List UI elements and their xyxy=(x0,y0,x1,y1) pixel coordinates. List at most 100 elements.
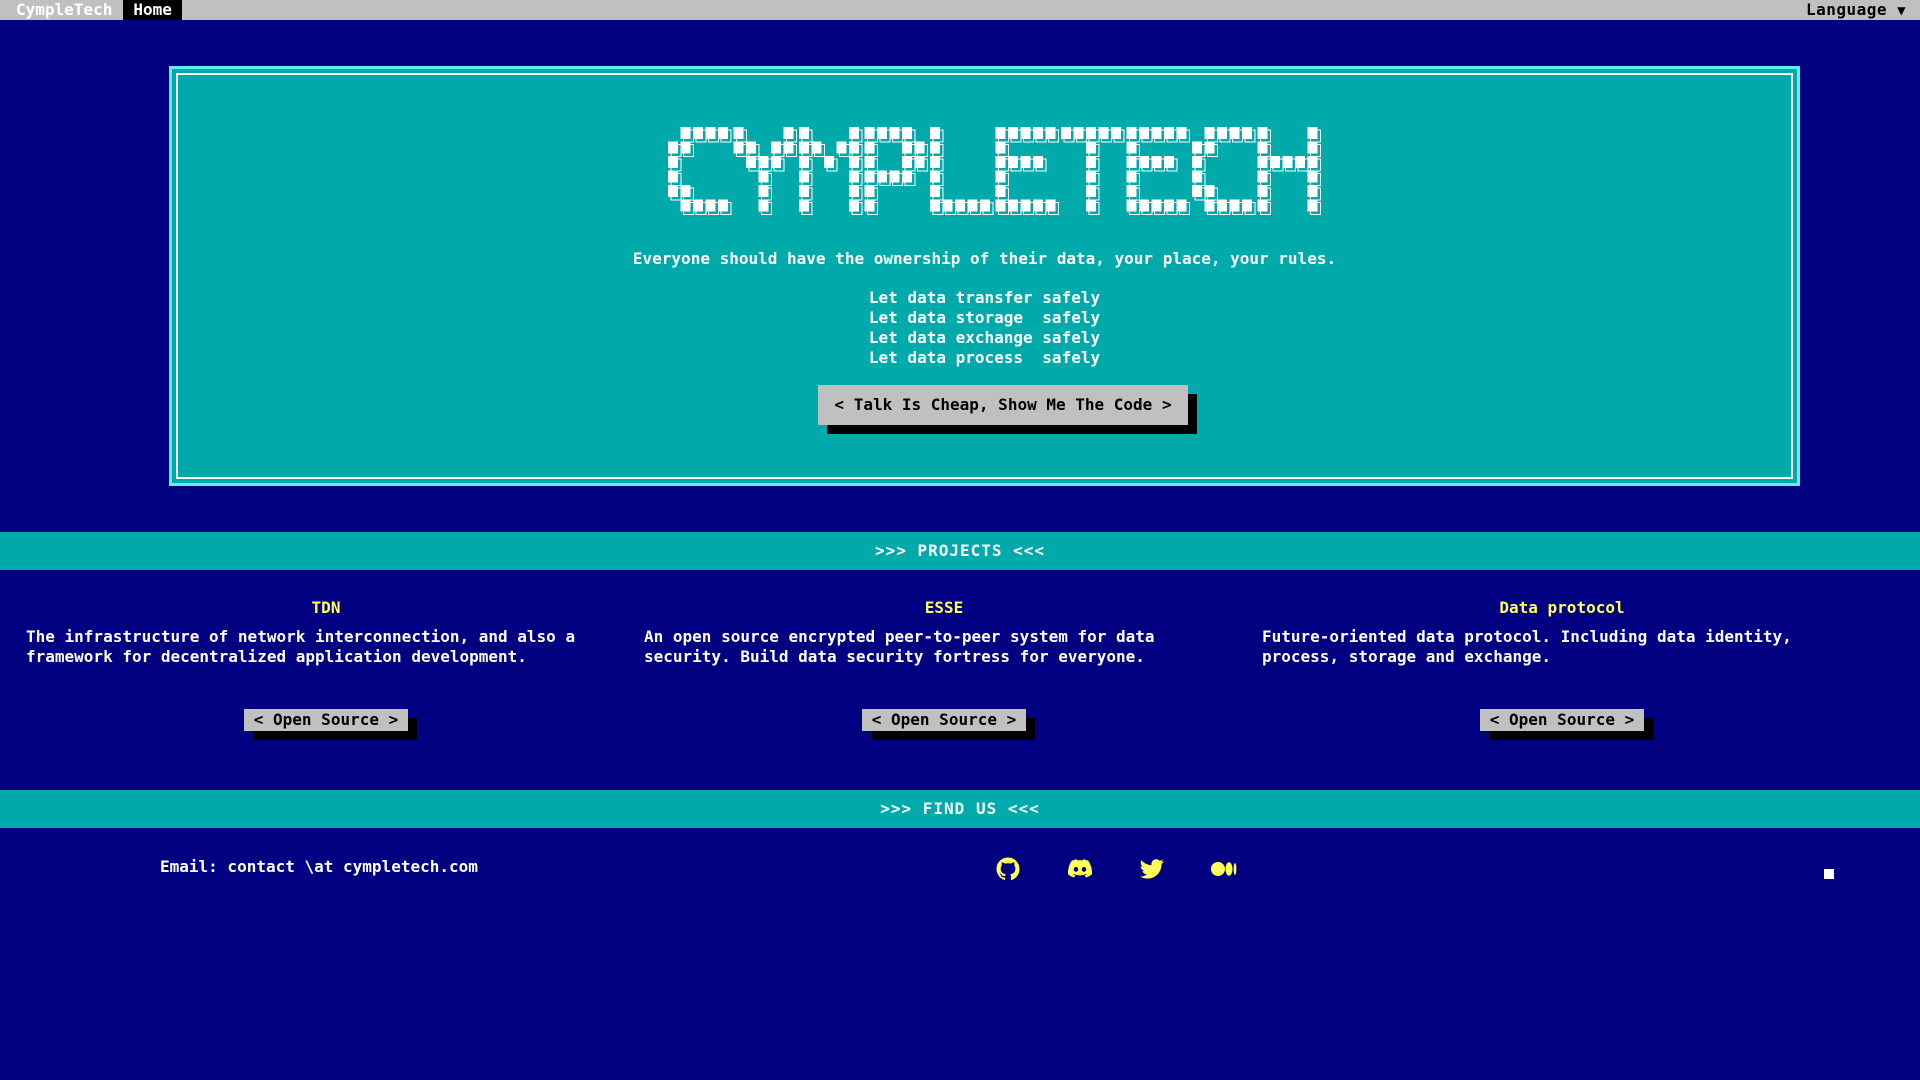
logo-block xyxy=(718,199,728,212)
logo-block xyxy=(668,156,678,168)
logo-block xyxy=(1204,199,1215,212)
logo-block xyxy=(693,127,703,139)
hero-panel: Everyone should have the ownership of th… xyxy=(169,66,1800,486)
logo-block xyxy=(1295,156,1305,168)
project-description: The infrastructure of network interconne… xyxy=(26,627,576,666)
project-card-tdn: TDN The infrastructure of network interc… xyxy=(26,598,626,740)
logo-block xyxy=(1164,199,1174,212)
logo-block xyxy=(1126,185,1137,197)
logo-block xyxy=(1257,156,1268,168)
logo-block xyxy=(758,156,769,168)
logo-block xyxy=(1045,199,1056,212)
logo-block xyxy=(1164,127,1174,139)
logo-block xyxy=(1307,170,1318,183)
hero-line: Let data storage safely xyxy=(868,308,1101,327)
logo-block xyxy=(1257,141,1268,154)
project-title: ESSE xyxy=(924,598,964,617)
github-icon xyxy=(996,857,1020,881)
logo-block xyxy=(1242,199,1252,212)
logo-block xyxy=(864,170,875,183)
project-button-wrapper: < Open Source > xyxy=(26,709,626,740)
logo-block xyxy=(746,156,756,168)
logo-block xyxy=(668,141,678,154)
brand-link[interactable]: CympleTech xyxy=(0,0,123,20)
logo-block xyxy=(902,156,912,168)
logo-block xyxy=(733,127,744,139)
logo-block xyxy=(1086,156,1096,168)
hero-line: Let data process safely xyxy=(868,348,1101,367)
logo-block xyxy=(1192,185,1202,197)
logo-block xyxy=(811,141,822,154)
logo-block xyxy=(693,199,703,212)
twitter-icon[interactable] xyxy=(1139,856,1165,882)
open-source-button[interactable]: < Open Source > xyxy=(861,709,1035,740)
logo-block xyxy=(1151,156,1162,168)
hero-line: Let data exchange safely xyxy=(868,328,1101,347)
logo-block xyxy=(1139,199,1149,212)
logo-block xyxy=(864,141,875,154)
hero-line: Let data transfer safely xyxy=(868,288,1101,307)
medium-icon[interactable] xyxy=(1211,856,1237,882)
logo-block xyxy=(771,156,781,168)
logo-block xyxy=(705,199,716,212)
logo-block xyxy=(864,156,875,168)
logo-block xyxy=(1151,199,1162,212)
logo-block xyxy=(930,141,940,154)
logo-block xyxy=(930,156,940,168)
logo-block xyxy=(668,185,678,197)
project-button-wrapper: < Open Source > xyxy=(1262,709,1862,740)
logo-block xyxy=(1307,156,1318,168)
logo-block xyxy=(758,170,769,183)
logo-block xyxy=(1257,170,1268,183)
logo-block xyxy=(1257,185,1268,197)
logo-block xyxy=(967,199,978,212)
logo-block xyxy=(955,199,965,212)
logo-block xyxy=(1282,156,1293,168)
project-title: Data protocol xyxy=(1499,598,1625,617)
logo-block xyxy=(995,141,1006,154)
logo-block xyxy=(849,141,859,154)
logo-block xyxy=(1033,199,1043,212)
logo-block xyxy=(995,185,1006,197)
project-description: An open source encrypted peer-to-peer sy… xyxy=(644,627,1155,666)
open-source-button[interactable]: < Open Source > xyxy=(1479,709,1653,740)
logo-block xyxy=(680,185,691,197)
logo-block xyxy=(1257,127,1268,139)
logo-block xyxy=(1126,170,1137,183)
logo-block xyxy=(1307,199,1318,212)
logo-block xyxy=(799,156,809,168)
logo-block xyxy=(1020,199,1031,212)
logo-block xyxy=(799,199,809,212)
cympletech-logo xyxy=(668,127,1321,215)
hero-lines: Let data transfer safely Let data storag… xyxy=(178,288,1791,368)
logo-block xyxy=(1008,156,1018,168)
logo-block xyxy=(799,185,809,197)
logo-block xyxy=(783,127,794,139)
medium-icon xyxy=(1211,862,1237,876)
logo-block xyxy=(1020,127,1031,139)
home-tab[interactable]: Home xyxy=(123,0,182,20)
language-menu[interactable]: Language ▼ xyxy=(1806,0,1906,20)
project-description: Future-oriented data protocol. Including… xyxy=(1262,627,1792,666)
logo-block xyxy=(733,141,744,154)
logo-block xyxy=(1139,127,1149,139)
logo-block xyxy=(1204,185,1215,197)
logo-block xyxy=(995,199,1006,212)
projects-heading: >>> PROJECTS <<< xyxy=(0,532,1920,570)
logo-block xyxy=(1151,127,1162,139)
logo-block xyxy=(1192,170,1202,183)
logo-block xyxy=(799,170,809,183)
logo-block xyxy=(1008,127,1018,139)
discord-icon xyxy=(1068,859,1092,878)
discord-icon[interactable] xyxy=(1067,856,1093,882)
show-code-button[interactable]: < Talk Is Cheap, Show Me The Code > xyxy=(818,385,1197,434)
logo-block xyxy=(1111,127,1121,139)
logo-block xyxy=(1229,127,1240,139)
logo-block xyxy=(1217,127,1227,139)
github-icon[interactable] xyxy=(995,856,1021,882)
logo-block xyxy=(1086,141,1096,154)
logo-block xyxy=(1192,156,1202,168)
project-card-esse: ESSE An open source encrypted peer-to-pe… xyxy=(644,598,1244,740)
open-source-button[interactable]: < Open Source > xyxy=(243,709,417,740)
logo-block xyxy=(680,199,691,212)
